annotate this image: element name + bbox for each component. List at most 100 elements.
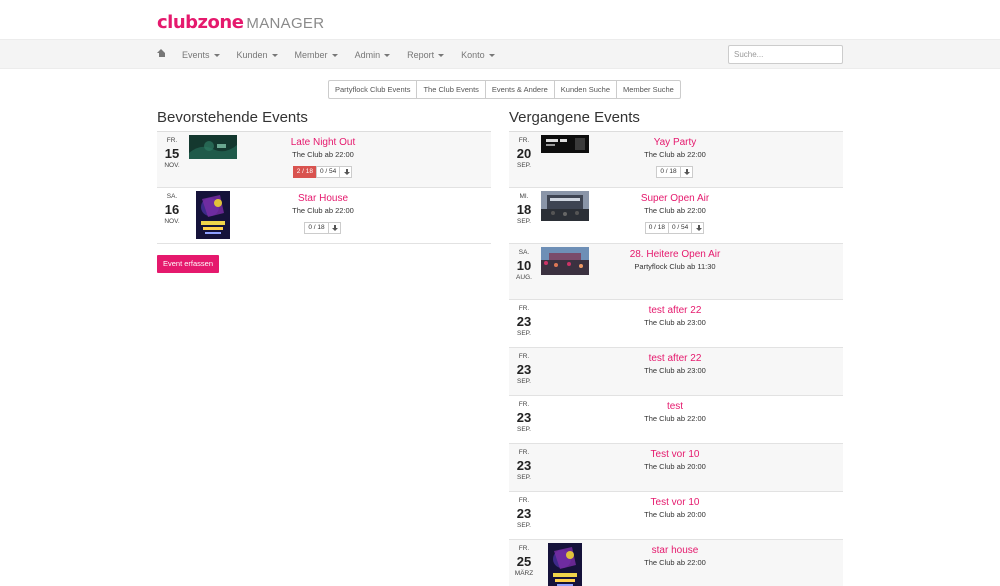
event-info: 28. Heitere Open Air Partyflock Club ab 1… [599, 249, 751, 272]
event-thumbnail[interactable] [189, 135, 237, 162]
event-title-link[interactable]: test after 22 [599, 353, 751, 366]
event-info: test The Club ab 22:00 [599, 401, 751, 424]
event-date: SA. 16 NOV. [157, 193, 187, 226]
filter-tab[interactable]: Partyflock Club Events [328, 80, 418, 99]
event-date: FR. 23 SEP. [509, 497, 539, 530]
event-date: SA. 10 AUG. [509, 249, 539, 282]
event-date-dow: MI. [519, 193, 529, 200]
event-stats: 0 / 18 0 / 54 [599, 222, 751, 234]
event-date-mon: MÄRZ [514, 570, 534, 577]
event-date: FR. 23 SEP. [509, 353, 539, 386]
event-date-mon: SEP. [517, 474, 531, 481]
event-date-dow: FR. [518, 401, 530, 408]
event-title-link[interactable]: Star House [247, 193, 399, 206]
event-info: test after 22 The Club ab 23:00 [599, 353, 751, 376]
event-row[interactable]: SA. 16 NOV. Star House The Club ab 22:00 0 / … [157, 188, 491, 244]
caret-down-icon [331, 54, 338, 58]
event-row[interactable]: FR. 20 SEP. Yay Party The Club ab 22:00 0 / 1… [509, 132, 843, 188]
event-title-link[interactable]: star house [599, 545, 751, 558]
event-thumbnail[interactable] [548, 543, 582, 586]
event-date-day: 10 [516, 258, 532, 273]
event-title-link[interactable]: Yay Party [599, 137, 751, 150]
event-title-link[interactable]: Super Open Air [599, 193, 751, 206]
nav-item-report[interactable]: Report [407, 40, 445, 70]
nav-item-admin[interactable]: Admin [355, 40, 391, 70]
event-row[interactable]: FR. 23 SEP. test after 22 The Club ab 23:00 [509, 348, 843, 396]
event-info: star house The Club ab 22:00 [599, 545, 751, 568]
past-events-column: Vergangene Events FR. 20 SEP. Yay Party The … [509, 108, 843, 586]
ticket-count-badge[interactable]: 0 / 18 [656, 166, 681, 178]
event-venue: The Club ab 23:00 [644, 318, 706, 327]
event-row[interactable]: SA. 10 AUG. 28. Heitere Open Air Partyflock … [509, 244, 843, 300]
ticket-count-badge[interactable]: 0 / 54 [668, 222, 693, 234]
nav-item-member[interactable]: Member [295, 40, 338, 70]
download-icon[interactable] [691, 222, 705, 234]
event-date-day: 23 [516, 362, 532, 377]
ticket-count-badge[interactable]: 0 / 18 [304, 222, 329, 234]
ticket-count-badge[interactable]: 0 / 18 [644, 222, 669, 234]
event-stats: 2 / 18 0 / 54 [247, 166, 399, 178]
event-row[interactable]: FR. 23 SEP. Test vor 10 The Club ab 20:00 [509, 492, 843, 540]
event-row[interactable]: MI. 18 SEP. Super Open Air The Club ab 22:00… [509, 188, 843, 244]
event-date-day: 18 [516, 202, 532, 217]
event-row[interactable]: FR. 23 SEP. test after 22 The Club ab 23:00 [509, 300, 843, 348]
event-row[interactable]: FR. 15 NOV. Late Night Out The Club ab 22:00… [157, 132, 491, 188]
event-title-link[interactable]: test [599, 401, 751, 414]
event-title-link[interactable]: 28. Heitere Open Air [599, 249, 751, 262]
event-venue: The Club ab 20:00 [644, 462, 706, 471]
ticket-count-badge[interactable]: 2 / 18 [292, 166, 317, 178]
ticket-count-badge[interactable]: 0 / 54 [316, 166, 341, 178]
event-date-day: 23 [516, 458, 532, 473]
event-date-dow: FR. [518, 545, 530, 552]
event-info: Star House The Club ab 22:00 0 / 18 [247, 193, 399, 234]
event-venue: The Club ab 22:00 [644, 150, 706, 159]
event-date-dow: FR. [518, 449, 530, 456]
filter-tab[interactable]: The Club Events [416, 80, 486, 99]
event-date-dow: FR. [166, 137, 178, 144]
nav-item-kunden[interactable]: Kunden [237, 40, 278, 70]
event-title-link[interactable]: Late Night Out [247, 137, 399, 150]
event-venue: The Club ab 23:00 [644, 366, 706, 375]
download-icon[interactable] [339, 166, 353, 178]
event-date-dow: SA. [518, 249, 530, 256]
nav-item-events[interactable]: Events [182, 40, 220, 70]
event-venue: The Club ab 20:00 [644, 510, 706, 519]
event-row[interactable]: FR. 23 SEP. Test vor 10 The Club ab 20:00 [509, 444, 843, 492]
event-title-link[interactable]: test after 22 [599, 305, 751, 318]
event-date: FR. 25 MÄRZ [509, 545, 539, 578]
brand-suffix: MANAGER [246, 15, 325, 32]
nav-item-konto[interactable]: Konto [461, 40, 495, 70]
event-date-dow: FR. [518, 497, 530, 504]
search-input[interactable] [728, 45, 843, 64]
filter-tab[interactable]: Kunden Suche [553, 80, 617, 99]
event-date-mon: AUG. [516, 274, 532, 281]
event-date-day: 15 [164, 146, 180, 161]
event-row[interactable]: FR. 23 SEP. test The Club ab 22:00 [509, 396, 843, 444]
event-date-mon: SEP. [517, 426, 531, 433]
event-thumbnail[interactable] [196, 191, 230, 242]
event-stats: 0 / 18 [599, 166, 751, 178]
filter-tab[interactable]: Member Suche [616, 80, 681, 99]
home-icon[interactable] [157, 49, 166, 58]
download-icon[interactable] [679, 166, 693, 178]
filter-tab[interactable]: Events & Andere [484, 80, 555, 99]
event-thumbnail[interactable] [541, 191, 589, 224]
event-title-link[interactable]: Test vor 10 [599, 449, 751, 462]
nav-item-label: Member [294, 50, 328, 60]
caret-down-icon [438, 54, 445, 58]
event-info: Yay Party The Club ab 22:00 0 / 18 [599, 137, 751, 178]
event-info: Super Open Air The Club ab 22:00 0 / 18 0 /… [599, 193, 751, 234]
create-event-button[interactable]: Event erfassen [157, 255, 220, 273]
event-title-link[interactable]: Test vor 10 [599, 497, 751, 510]
event-row[interactable]: FR. 25 MÄRZ star house The Club ab 22:00 [509, 540, 843, 586]
event-date-day: 25 [516, 554, 532, 569]
event-thumbnail[interactable] [541, 135, 589, 156]
event-info: Late Night Out The Club ab 22:00 2 / 18 0 /… [247, 137, 399, 178]
event-thumbnail[interactable] [541, 247, 589, 278]
download-icon[interactable] [327, 222, 341, 234]
event-date-mon: SEP. [517, 162, 531, 169]
nav-menu: Events Kunden Member Admin Report Konto [182, 40, 512, 70]
brand-logo[interactable]: clubzone MANAGER [157, 12, 324, 34]
upcoming-events-column: Bevorstehende Events FR. 15 NOV. Late Night… [157, 108, 491, 273]
past-events-title: Vergangene Events [509, 108, 843, 132]
